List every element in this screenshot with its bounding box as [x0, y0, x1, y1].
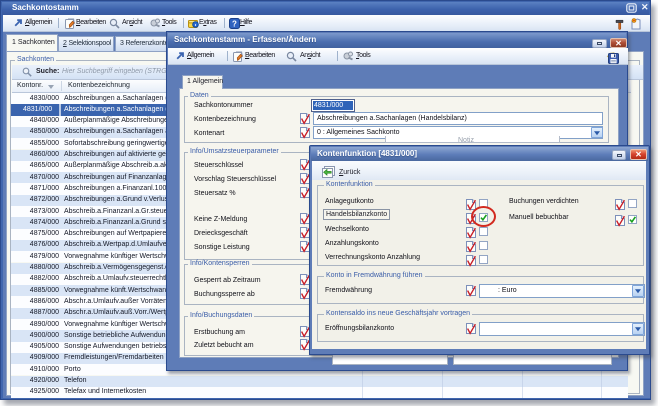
svg-text:?: ?	[232, 19, 237, 28]
